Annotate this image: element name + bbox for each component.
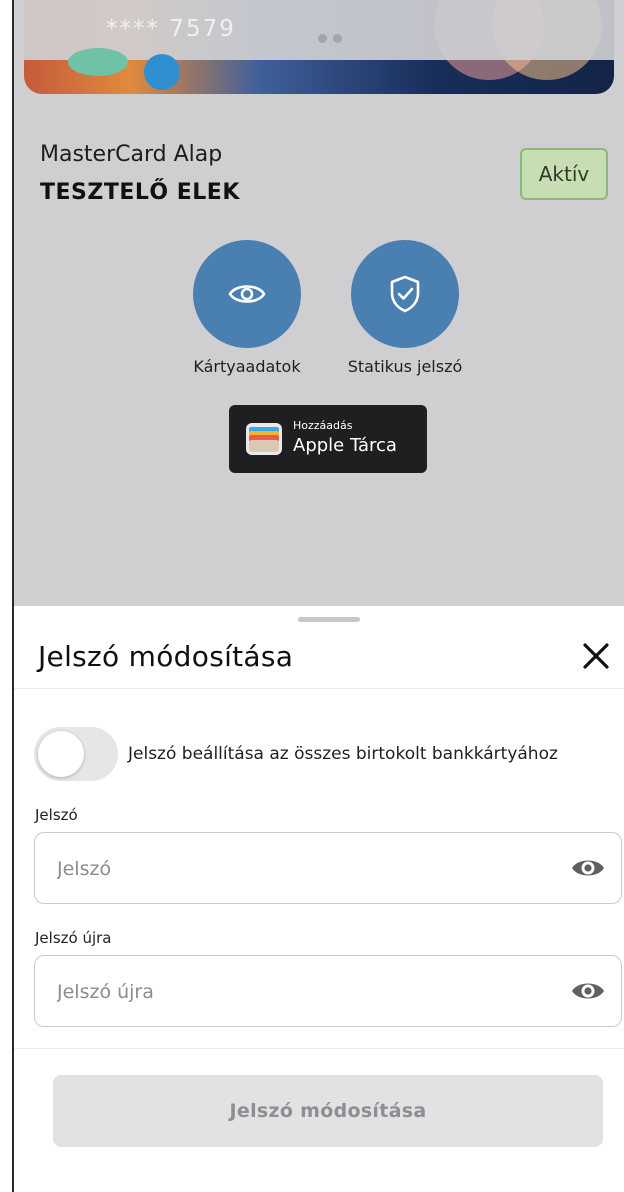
toggle-knob <box>38 731 84 777</box>
all-cards-toggle-label: Jelszó beállítása az összes birtokolt ba… <box>128 744 558 764</box>
password-input[interactable] <box>55 833 559 905</box>
card-details-label: Kártyaadatok <box>193 357 301 376</box>
card-holder-name: TESZTELŐ ELEK <box>40 180 240 205</box>
static-password-label: Statikus jelszó <box>347 357 463 376</box>
card-product-name: MasterCard Alap <box>40 142 223 167</box>
screen-edge <box>0 0 14 1192</box>
sheet-title: Jelszó módosítása <box>38 640 294 673</box>
card-decoration <box>68 48 128 76</box>
card-decoration <box>144 54 180 90</box>
add-to-apple-wallet-button[interactable]: Hozzáadás Apple Tárca <box>229 405 427 473</box>
password-again-label: Jelszó újra <box>35 929 112 947</box>
card-number: **** 7579 <box>106 16 236 42</box>
wallet-big-label: Apple Tárca <box>293 435 397 456</box>
password-again-field <box>34 955 622 1028</box>
sheet-divider <box>14 688 624 689</box>
close-icon <box>583 643 609 669</box>
password-again-input[interactable] <box>55 956 559 1028</box>
static-password-button[interactable] <box>351 240 459 348</box>
password-field <box>34 832 622 905</box>
show-password-again-icon[interactable] <box>571 979 605 1003</box>
password-label: Jelszó <box>35 806 78 824</box>
footer-divider <box>14 1048 624 1049</box>
status-badge: Aktív <box>520 148 608 200</box>
show-password-icon[interactable] <box>571 856 605 880</box>
wallet-icon <box>246 423 282 455</box>
close-button[interactable] <box>580 640 612 672</box>
change-password-button[interactable]: Jelszó módosítása <box>53 1075 603 1147</box>
bank-card[interactable]: **** 7579 <box>24 0 614 94</box>
shield-check-icon <box>390 275 420 313</box>
card-details-button[interactable] <box>193 240 301 348</box>
eye-icon <box>228 285 266 303</box>
wallet-small-label: Hozzáadás <box>293 419 353 432</box>
card-page-indicator <box>318 28 354 43</box>
sheet-drag-handle[interactable] <box>298 617 360 622</box>
